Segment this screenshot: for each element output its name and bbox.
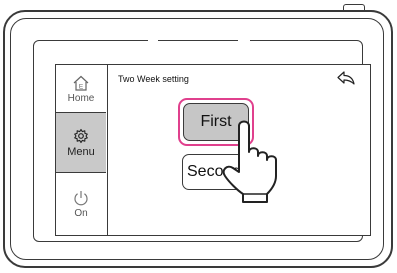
sidebar-item-menu[interactable]: Menu (56, 113, 106, 173)
frame-gap (148, 37, 158, 44)
device-illustration: E Home Menu On Two Week setting First Se… (0, 0, 397, 273)
hand-pointer-icon (222, 120, 277, 203)
gear-icon (74, 128, 88, 144)
page-title: Two Week setting (118, 74, 189, 84)
sidebar: E Home Menu On (56, 65, 108, 235)
svg-text:E: E (79, 83, 84, 90)
touch-display: E Home Menu On Two Week setting First Se… (55, 64, 371, 236)
sidebar-item-on[interactable]: On (56, 173, 106, 235)
frame-gap (238, 37, 250, 44)
sidebar-item-label: Menu (67, 146, 95, 158)
sidebar-item-label: Home (67, 92, 95, 104)
back-arrow-icon[interactable] (336, 70, 356, 86)
power-icon (74, 191, 88, 206)
home-icon: E (73, 75, 89, 91)
sidebar-item-label: On (74, 208, 88, 219)
sidebar-item-home[interactable]: E Home (56, 65, 106, 113)
